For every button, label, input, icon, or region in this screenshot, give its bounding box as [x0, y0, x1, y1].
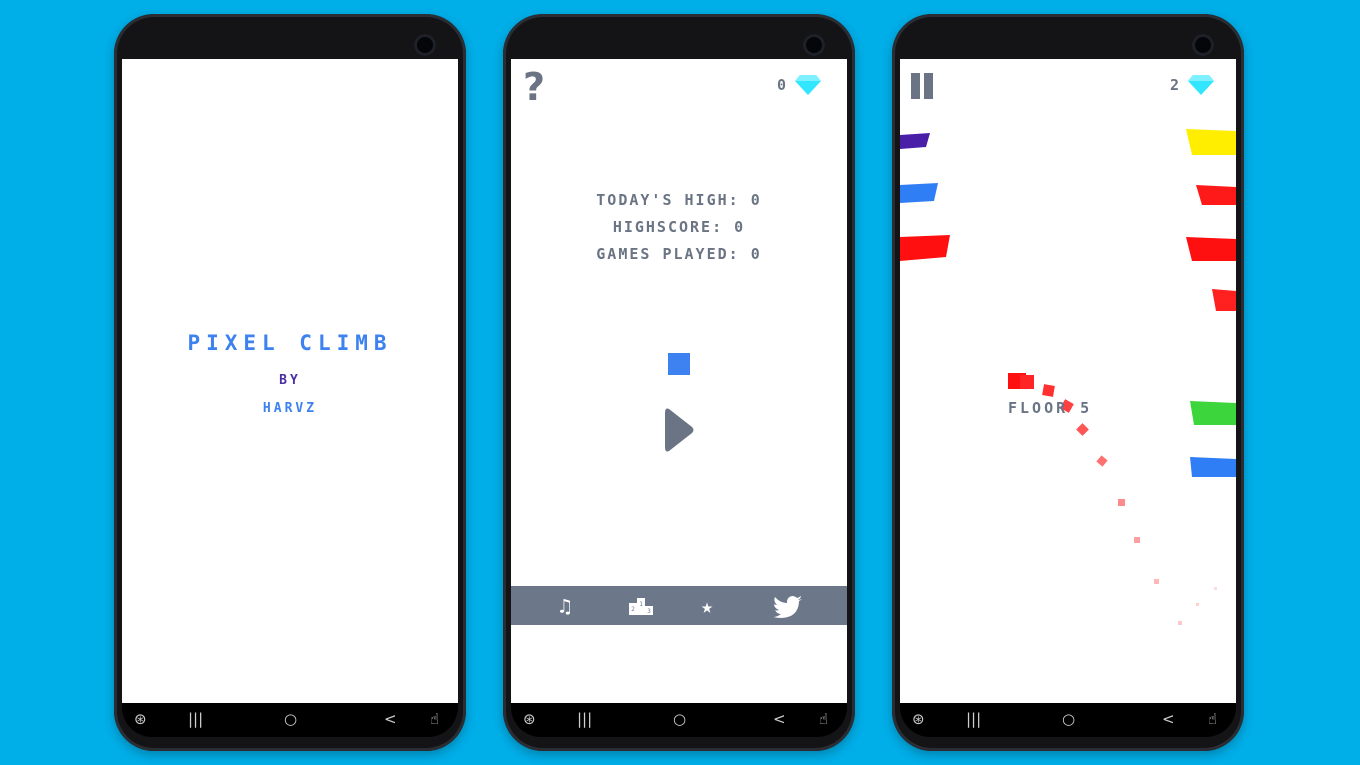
- recent-apps-button[interactable]: |||: [188, 710, 203, 728]
- home-button[interactable]: ○: [284, 710, 297, 728]
- svg-text:2: 2: [631, 606, 635, 613]
- game-launcher-icon[interactable]: ⊛: [134, 710, 147, 728]
- splash-screen: PIXEL CLIMB BY HARVZ: [122, 59, 458, 703]
- gem-counter: 2: [1170, 75, 1215, 95]
- recent-apps-button[interactable]: |||: [966, 710, 981, 728]
- play-button[interactable]: [665, 407, 695, 453]
- touch-icon[interactable]: ☝: [819, 710, 828, 728]
- trail-particle: [1178, 621, 1182, 625]
- back-button[interactable]: <: [384, 710, 397, 728]
- home-button[interactable]: ○: [1062, 710, 1075, 728]
- svg-text:3: 3: [647, 608, 651, 615]
- pause-button[interactable]: [900, 71, 936, 103]
- trail-particle: [1118, 499, 1125, 506]
- diamond-icon: [795, 75, 822, 95]
- phone-gameplay: 2 FLOOR 5 ⊛ ||| ○ < ☝: [892, 14, 1244, 751]
- menu-bar: ♫ 1 2 3 ★: [511, 586, 847, 625]
- wall-block-red: [1212, 289, 1236, 311]
- games-played: GAMES PLAYED: 0: [596, 245, 762, 263]
- trail-particle: [1214, 587, 1217, 590]
- wall-block-red: [900, 235, 950, 261]
- trail-particle: [1134, 537, 1140, 543]
- leaderboard-icon[interactable]: 1 2 3: [629, 596, 653, 615]
- floor-label: FLOOR 5: [1008, 399, 1093, 417]
- player-cube: [668, 353, 690, 375]
- gem-count: 0: [777, 76, 790, 94]
- front-camera: [803, 34, 825, 56]
- music-icon[interactable]: ♫: [559, 594, 571, 618]
- diamond-icon: [1188, 75, 1215, 95]
- help-button[interactable]: ?: [523, 65, 545, 109]
- menu-screen: ? 0 TODAY'S HIGH: 0 HIGHSCORE: 0 GAMES P…: [511, 59, 847, 703]
- touch-icon[interactable]: ☝: [1208, 710, 1217, 728]
- phone-menu: ? 0 TODAY'S HIGH: 0 HIGHSCORE: 0 GAMES P…: [503, 14, 855, 751]
- wall-block-yellow: [1186, 129, 1236, 155]
- front-camera: [414, 34, 436, 56]
- system-navbar: ⊛ ||| ○ < ☝: [122, 703, 458, 737]
- wall-block-red: [1196, 185, 1236, 205]
- back-button[interactable]: <: [1162, 710, 1175, 728]
- gem-counter: 0: [777, 75, 822, 95]
- touch-icon[interactable]: ☝: [430, 710, 439, 728]
- svg-text:1: 1: [639, 601, 643, 608]
- highscore: HIGHSCORE: 0: [612, 218, 746, 236]
- star-icon[interactable]: ★: [701, 594, 713, 618]
- system-navbar: ⊛ ||| ○ < ☝: [511, 703, 847, 737]
- home-button[interactable]: ○: [673, 710, 686, 728]
- trail-particle: [1076, 423, 1089, 436]
- wall-block-green: [1190, 401, 1236, 425]
- stats-panel: TODAY'S HIGH: 0 HIGHSCORE: 0 GAMES PLAYE…: [511, 187, 847, 268]
- game-title: PIXEL CLIMB: [187, 331, 393, 355]
- by-label: BY: [279, 373, 301, 388]
- trail-particle: [1154, 579, 1159, 584]
- gem-count: 2: [1170, 76, 1183, 94]
- game-launcher-icon[interactable]: ⊛: [523, 710, 536, 728]
- author-label: HARVZ: [262, 401, 318, 416]
- phone-splash: PIXEL CLIMB BY HARVZ ⊛ ||| ○ < ☝: [114, 14, 466, 751]
- player-block-shadow: [1020, 375, 1034, 389]
- twitter-icon[interactable]: [773, 596, 803, 618]
- trail-particle: [1042, 384, 1055, 397]
- trail-particle: [1196, 603, 1199, 606]
- trail-particle: [1096, 455, 1108, 467]
- wall-block-blue: [900, 183, 938, 203]
- wall-block-blue: [1190, 457, 1236, 477]
- todays-high: TODAY'S HIGH: 0: [596, 191, 762, 209]
- game-launcher-icon[interactable]: ⊛: [912, 710, 925, 728]
- wall-block-red: [1186, 237, 1236, 261]
- back-button[interactable]: <: [773, 710, 786, 728]
- recent-apps-button[interactable]: |||: [577, 710, 592, 728]
- wall-block-purple: [900, 133, 930, 149]
- front-camera: [1192, 34, 1214, 56]
- gameplay-screen: 2 FLOOR 5: [900, 59, 1236, 703]
- system-navbar: ⊛ ||| ○ < ☝: [900, 703, 1236, 737]
